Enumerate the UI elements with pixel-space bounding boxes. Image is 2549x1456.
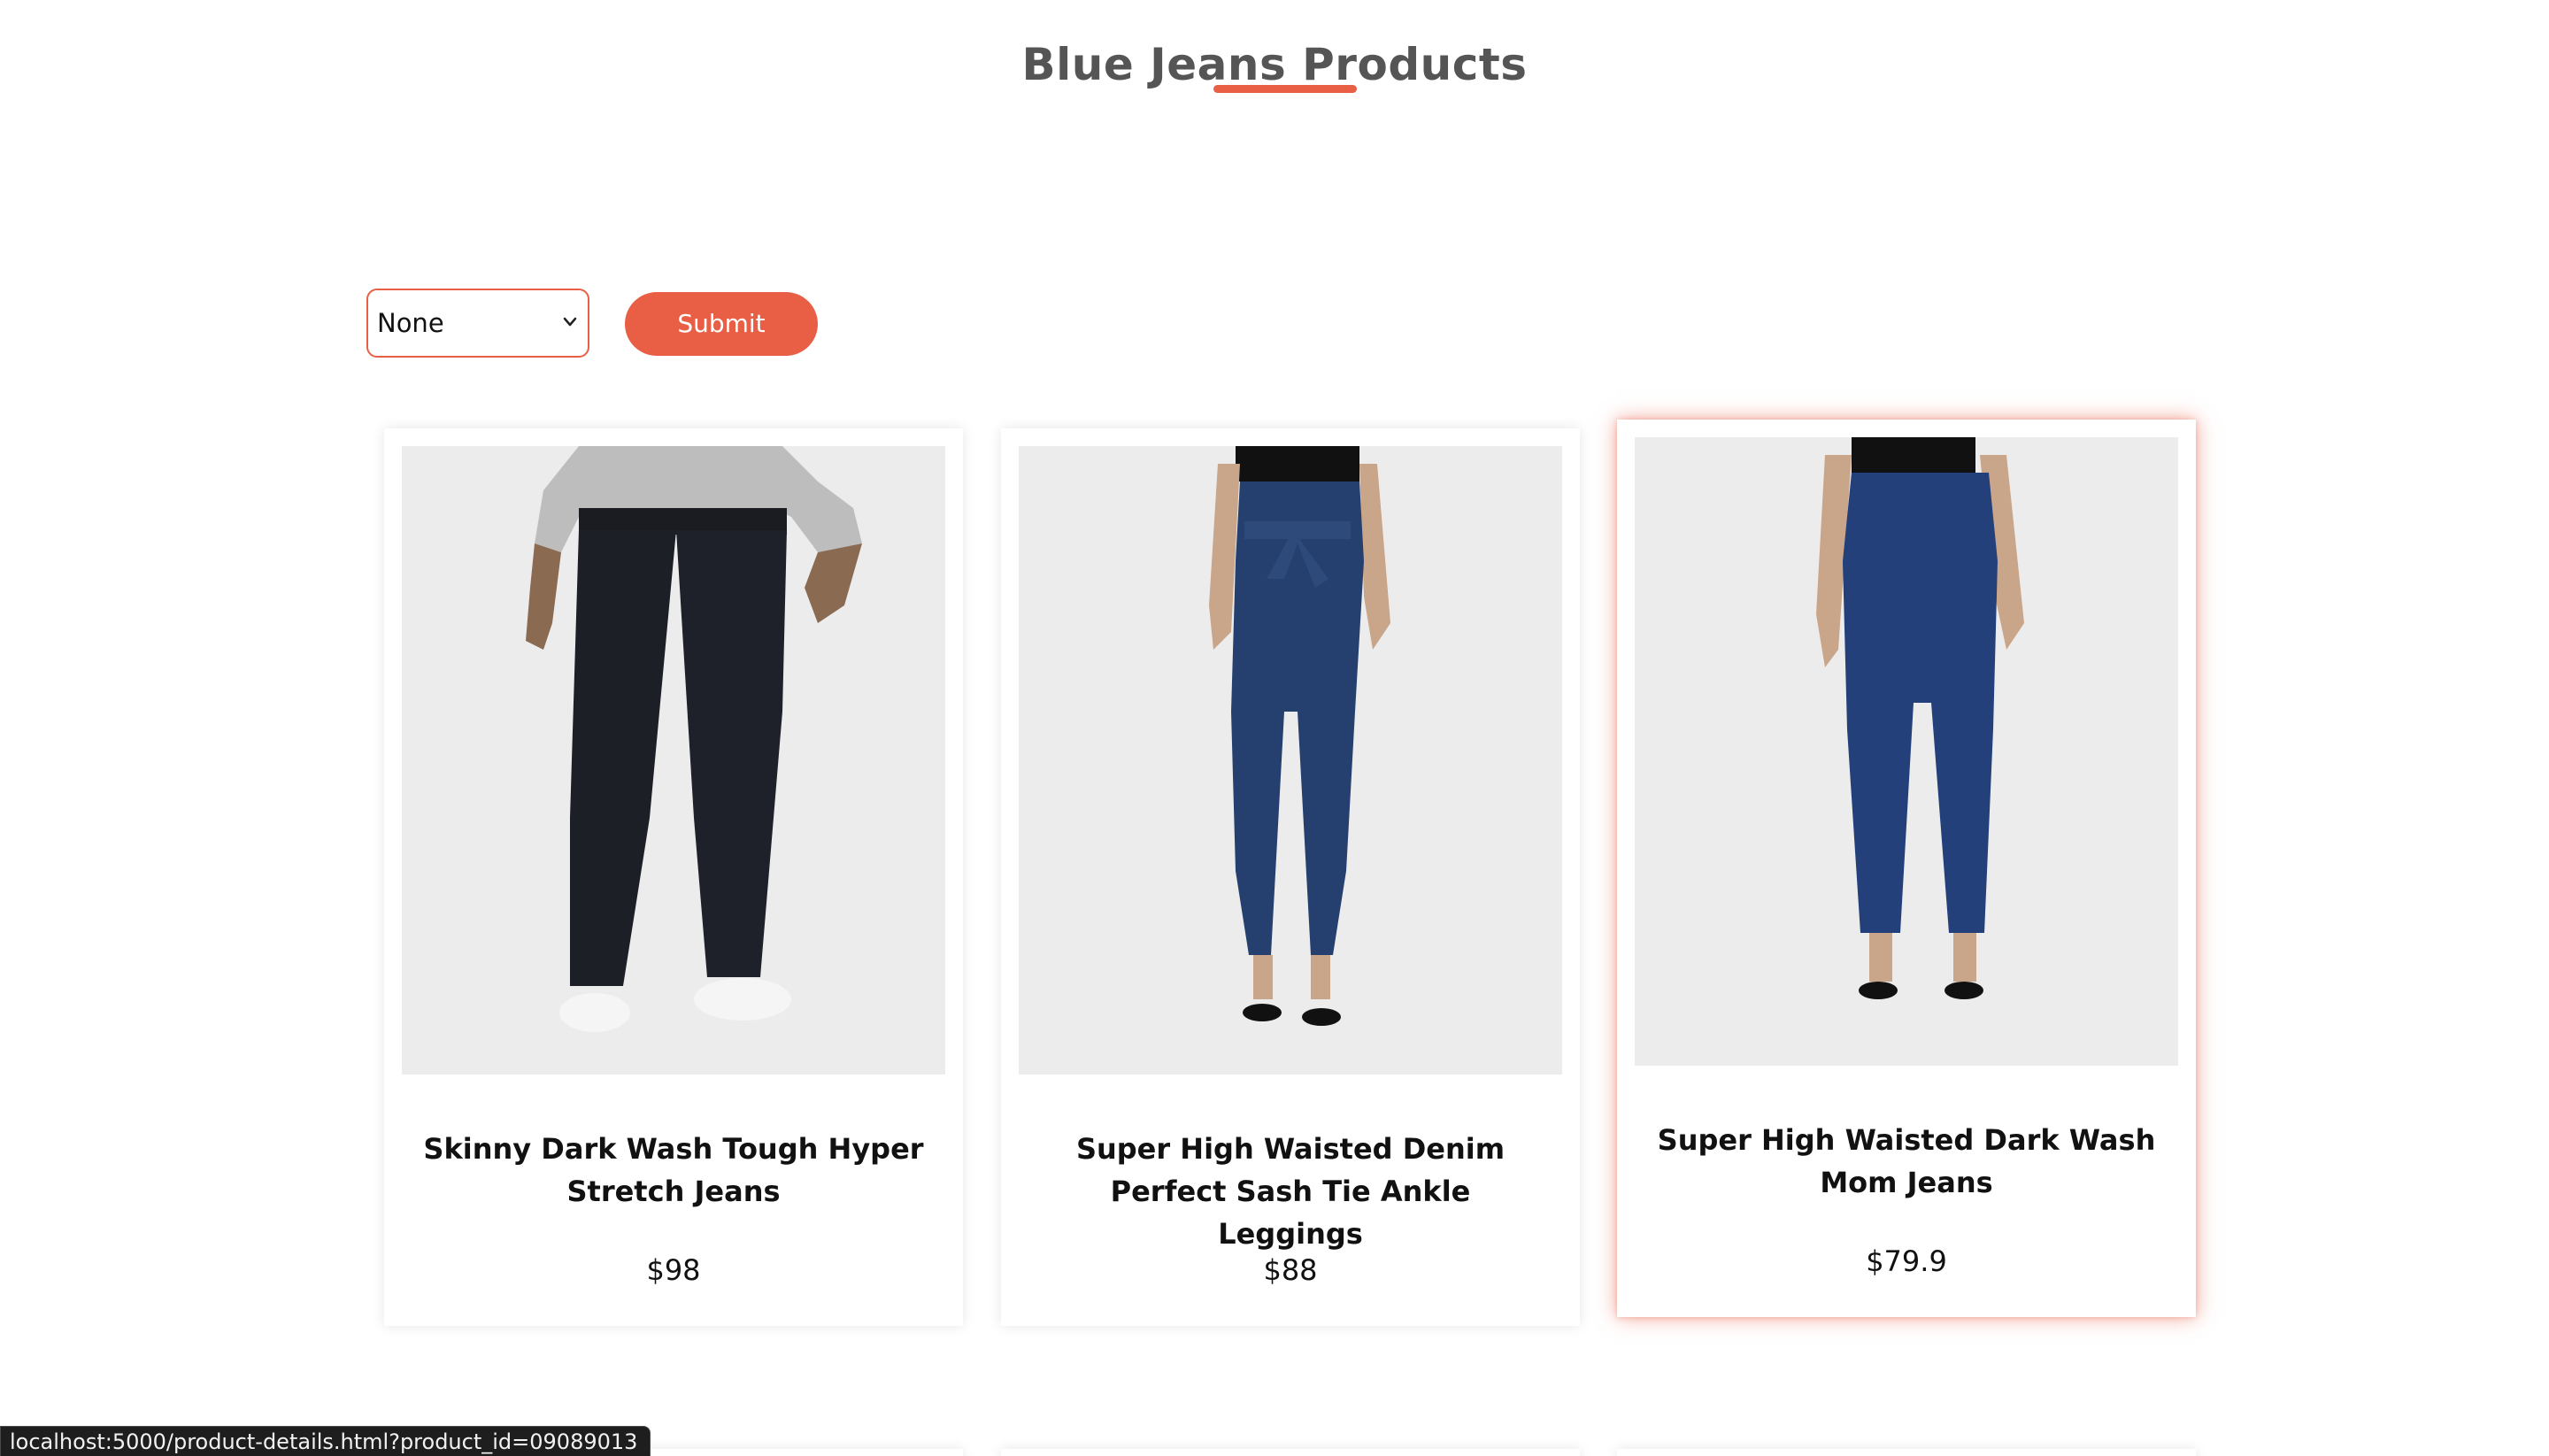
- product-card[interactable]: Skinny Dark Wash Tough Hyper Stretch Jea…: [384, 428, 963, 1326]
- womens-mom-jeans-photo-icon[interactable]: [1635, 437, 2178, 1066]
- page-title: Blue Jeans Products: [1021, 38, 1528, 90]
- womens-sash-tie-jeans-photo-icon[interactable]: [1019, 446, 1562, 1075]
- title-underline: [1213, 85, 1357, 93]
- product-price: $79.9: [1866, 1244, 1947, 1278]
- product-listing-page: Blue Jeans Products None Submit Skinny D…: [0, 0, 2549, 1456]
- filter-select[interactable]: None: [366, 289, 589, 358]
- product-name[interactable]: Super High Waisted Denim Perfect Sash Ti…: [1036, 1128, 1544, 1255]
- product-price: $88: [1263, 1253, 1318, 1287]
- product-card[interactable]: Super High Waisted Denim Perfect Sash Ti…: [1001, 428, 1580, 1326]
- product-card-highlighted[interactable]: Super High Waisted Dark Wash Mom Jeans $…: [1617, 420, 2196, 1317]
- product-name[interactable]: Skinny Dark Wash Tough Hyper Stretch Jea…: [420, 1128, 928, 1213]
- product-price: $98: [646, 1253, 701, 1287]
- product-card-partial[interactable]: [1617, 1449, 2196, 1456]
- product-card-partial[interactable]: [1001, 1449, 1580, 1456]
- submit-button[interactable]: Submit: [625, 292, 818, 356]
- filter-select-value: None: [377, 308, 444, 338]
- mens-dark-jeans-photo-icon[interactable]: [402, 446, 945, 1075]
- chevron-down-icon: [559, 308, 581, 335]
- status-bar-url: localhost:5000/product-details.html?prod…: [0, 1426, 651, 1456]
- product-name[interactable]: Super High Waisted Dark Wash Mom Jeans: [1652, 1119, 2160, 1204]
